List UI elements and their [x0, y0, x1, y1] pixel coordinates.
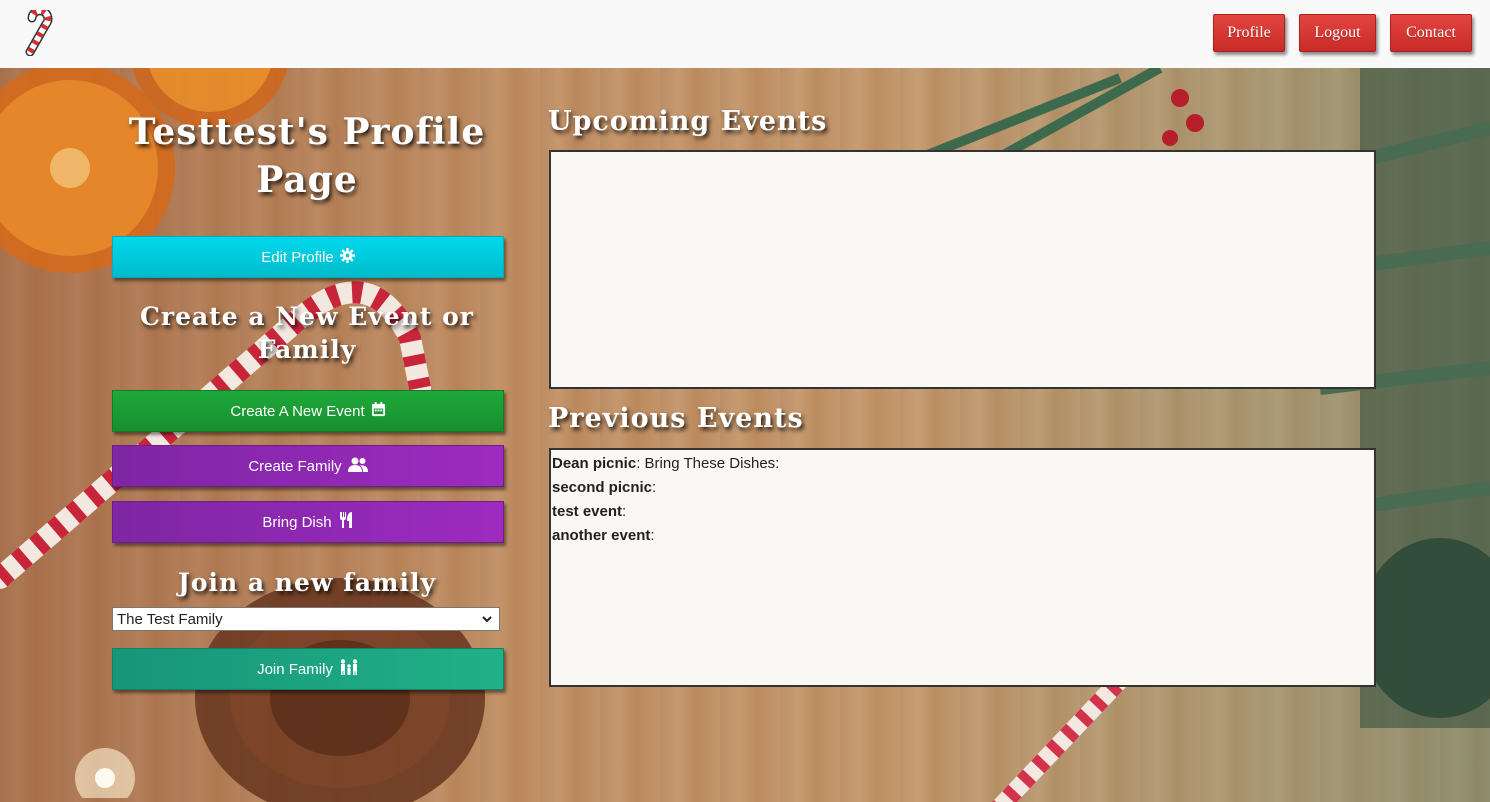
event-detail: :	[622, 503, 627, 520]
family-icon	[339, 659, 359, 679]
contact-button[interactable]: Contact	[1390, 14, 1472, 52]
page-title: Testtest's Profile Page	[128, 111, 486, 201]
profile-button[interactable]: Profile	[1213, 14, 1285, 52]
create-heading: Create a New Event or Family	[140, 302, 474, 364]
event-name: another event	[552, 527, 651, 544]
join-family-button[interactable]: Join Family	[112, 648, 504, 690]
event-name: test event	[552, 503, 623, 520]
family-select[interactable]: The Test Family	[112, 607, 500, 631]
create-event-label: Create A New Event	[230, 402, 365, 420]
calendar-icon	[371, 401, 386, 421]
upcoming-events-panel	[549, 150, 1376, 389]
edit-profile-button[interactable]: Edit Profile	[112, 236, 504, 278]
create-family-button[interactable]: Create Family	[112, 445, 504, 487]
utensils-icon	[338, 512, 354, 532]
users-icon	[347, 457, 368, 476]
edit-profile-label: Edit Profile	[261, 248, 334, 266]
join-heading: Join a new family	[177, 568, 436, 597]
event-detail: : Bring These Dishes:	[636, 455, 780, 472]
event-name: second picnic	[552, 479, 653, 496]
upcoming-events-title: Upcoming Events	[548, 106, 828, 137]
event-detail: :	[650, 527, 655, 544]
create-family-label: Create Family	[248, 457, 342, 475]
event-name: Dean picnic	[552, 455, 637, 472]
event-list-item: another event:	[552, 524, 1374, 548]
bring-dish-button[interactable]: Bring Dish	[112, 501, 504, 543]
join-family-label: Join Family	[257, 660, 333, 678]
event-list-item: second picnic:	[552, 476, 1374, 500]
previous-events-panel: Dean picnic: Bring These Dishes: second p…	[549, 448, 1376, 687]
event-detail: :	[652, 479, 657, 496]
previous-events-title: Previous Events	[548, 403, 804, 434]
logout-button[interactable]: Logout	[1299, 14, 1376, 52]
upcoming-events-list	[551, 152, 1374, 154]
candy-cane-icon[interactable]	[20, 6, 60, 57]
bring-dish-label: Bring Dish	[262, 513, 332, 531]
event-list-item: Dean picnic: Bring These Dishes:	[552, 452, 1374, 476]
gear-icon	[339, 247, 355, 267]
previous-events-list: Dean picnic: Bring These Dishes: second p…	[551, 450, 1374, 548]
top-navbar: Profile Logout Contact	[0, 0, 1490, 69]
family-select-value: The Test Family	[117, 610, 223, 628]
chevron-down-icon	[481, 612, 493, 629]
event-list-item: test event:	[552, 500, 1374, 524]
create-event-button[interactable]: Create A New Event	[112, 390, 504, 432]
